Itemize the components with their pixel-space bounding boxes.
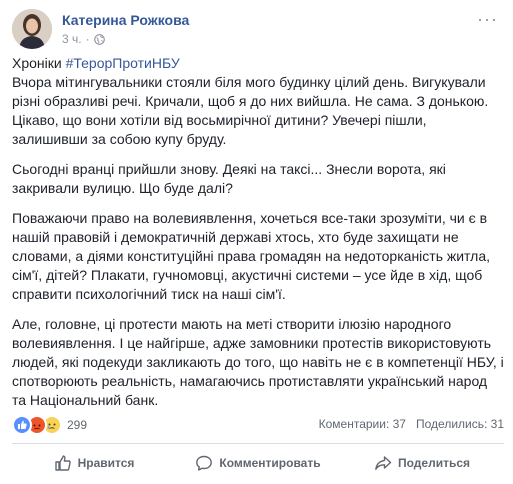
comments-count-link[interactable]: Коментарии: 37: [319, 417, 406, 431]
post-actions: Нравится Комментировать Поделиться: [12, 446, 504, 480]
post-paragraph-4: Але, головне, ці протести мають на меті …: [12, 316, 504, 408]
share-button[interactable]: Поделиться: [340, 446, 504, 480]
reactions-count: 299: [67, 418, 88, 432]
like-reaction-icon: [12, 415, 32, 435]
comment-button[interactable]: Комментировать: [176, 446, 340, 480]
comment-icon: [196, 455, 213, 471]
post-meta: 3 ч. ·: [62, 32, 105, 46]
post-time[interactable]: 3 ч.: [62, 32, 82, 46]
post-paragraph-1: Хроніки #ТерорПротиНБУ Вчора мітингувальн…: [12, 54, 504, 149]
share-icon: [375, 456, 392, 470]
post-header: Катерина Рожкова 3 ч. · ···: [12, 9, 502, 53]
avatar[interactable]: [12, 9, 52, 49]
engagement-counts: Коментарии: 37 Поделились: 31: [319, 417, 504, 431]
actions-divider: [12, 443, 504, 444]
reactions-summary[interactable]: 299: [12, 415, 87, 435]
thumbs-up-icon: [54, 455, 71, 471]
post-paragraph-2: Сьогодні вранці прийшли знову. Деякі на …: [12, 161, 446, 196]
meta-separator: ·: [85, 32, 90, 46]
like-label: Нравится: [77, 456, 135, 470]
comment-label: Комментировать: [219, 456, 321, 470]
globe-icon: [93, 33, 105, 45]
intro-text: Хроніки: [12, 55, 66, 71]
post-paragraph-3: Поважаючи право на волевиявлення, хочеть…: [12, 210, 491, 302]
hashtag-link[interactable]: #ТерорПротиНБУ: [66, 55, 180, 71]
post-body: Хроніки #ТерорПротиНБУ Вчора мітингувальн…: [12, 54, 504, 421]
shares-count-link[interactable]: Поделились: 31: [416, 417, 504, 431]
post-stats: 299 Коментарии: 37 Поделились: 31: [12, 413, 504, 435]
like-button[interactable]: Нравится: [12, 446, 176, 480]
author-name[interactable]: Катерина Рожкова: [62, 12, 189, 28]
share-label: Поделиться: [397, 456, 471, 470]
paragraph-text-1: Вчора мітингувальники стояли біля мого б…: [12, 74, 489, 147]
more-options-button[interactable]: ···: [477, 9, 498, 30]
